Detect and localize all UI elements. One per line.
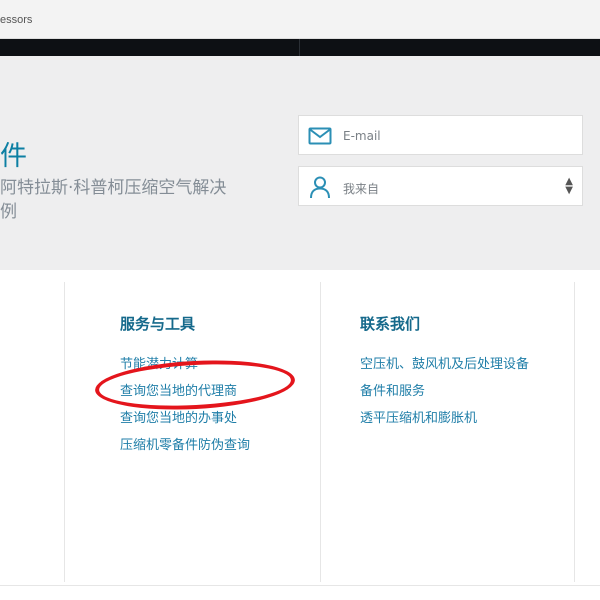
nav-divider [299, 39, 300, 56]
page-subtitle-line-1: 阿特拉斯·科普柯压缩空气解决 [0, 178, 227, 198]
chevron-updown-icon: ▲ ▼ [565, 176, 573, 196]
footer-links-section [0, 270, 600, 586]
link-parts-service[interactable]: 备件和服务 [360, 380, 425, 399]
email-placeholder: E-mail [343, 129, 381, 143]
column-heading-contact: 联系我们 [360, 315, 421, 333]
breadcrumb[interactable]: essors [0, 14, 32, 26]
page-subtitle-line-2: 例 [0, 202, 17, 222]
page-title: 件 [0, 141, 27, 172]
email-field[interactable]: E-mail [298, 115, 583, 155]
top-bar: essors [0, 0, 600, 39]
column-divider [64, 282, 65, 582]
section-bottom-rule [0, 585, 600, 586]
column-divider [574, 282, 575, 582]
link-compressors-blowers[interactable]: 空压机、鼓风机及后处理设备 [360, 353, 529, 372]
link-parts-verification[interactable]: 压缩机零备件防伪查询 [120, 434, 250, 453]
country-select[interactable]: 我来自 ▲ ▼ [298, 166, 583, 206]
country-select-value: 我来自 [343, 182, 380, 196]
envelope-icon [308, 127, 332, 145]
column-heading-services: 服务与工具 [120, 315, 196, 333]
page-subtitle: 阿特拉斯·科普柯压缩空气解决 例 [0, 176, 300, 224]
link-turbo-compressors[interactable]: 透平压缩机和膨胀机 [360, 407, 477, 426]
column-divider [320, 282, 321, 582]
hero-banner [0, 56, 600, 270]
link-local-office[interactable]: 查询您当地的办事处 [120, 407, 237, 426]
user-icon [310, 176, 330, 199]
nav-bar [0, 39, 600, 56]
